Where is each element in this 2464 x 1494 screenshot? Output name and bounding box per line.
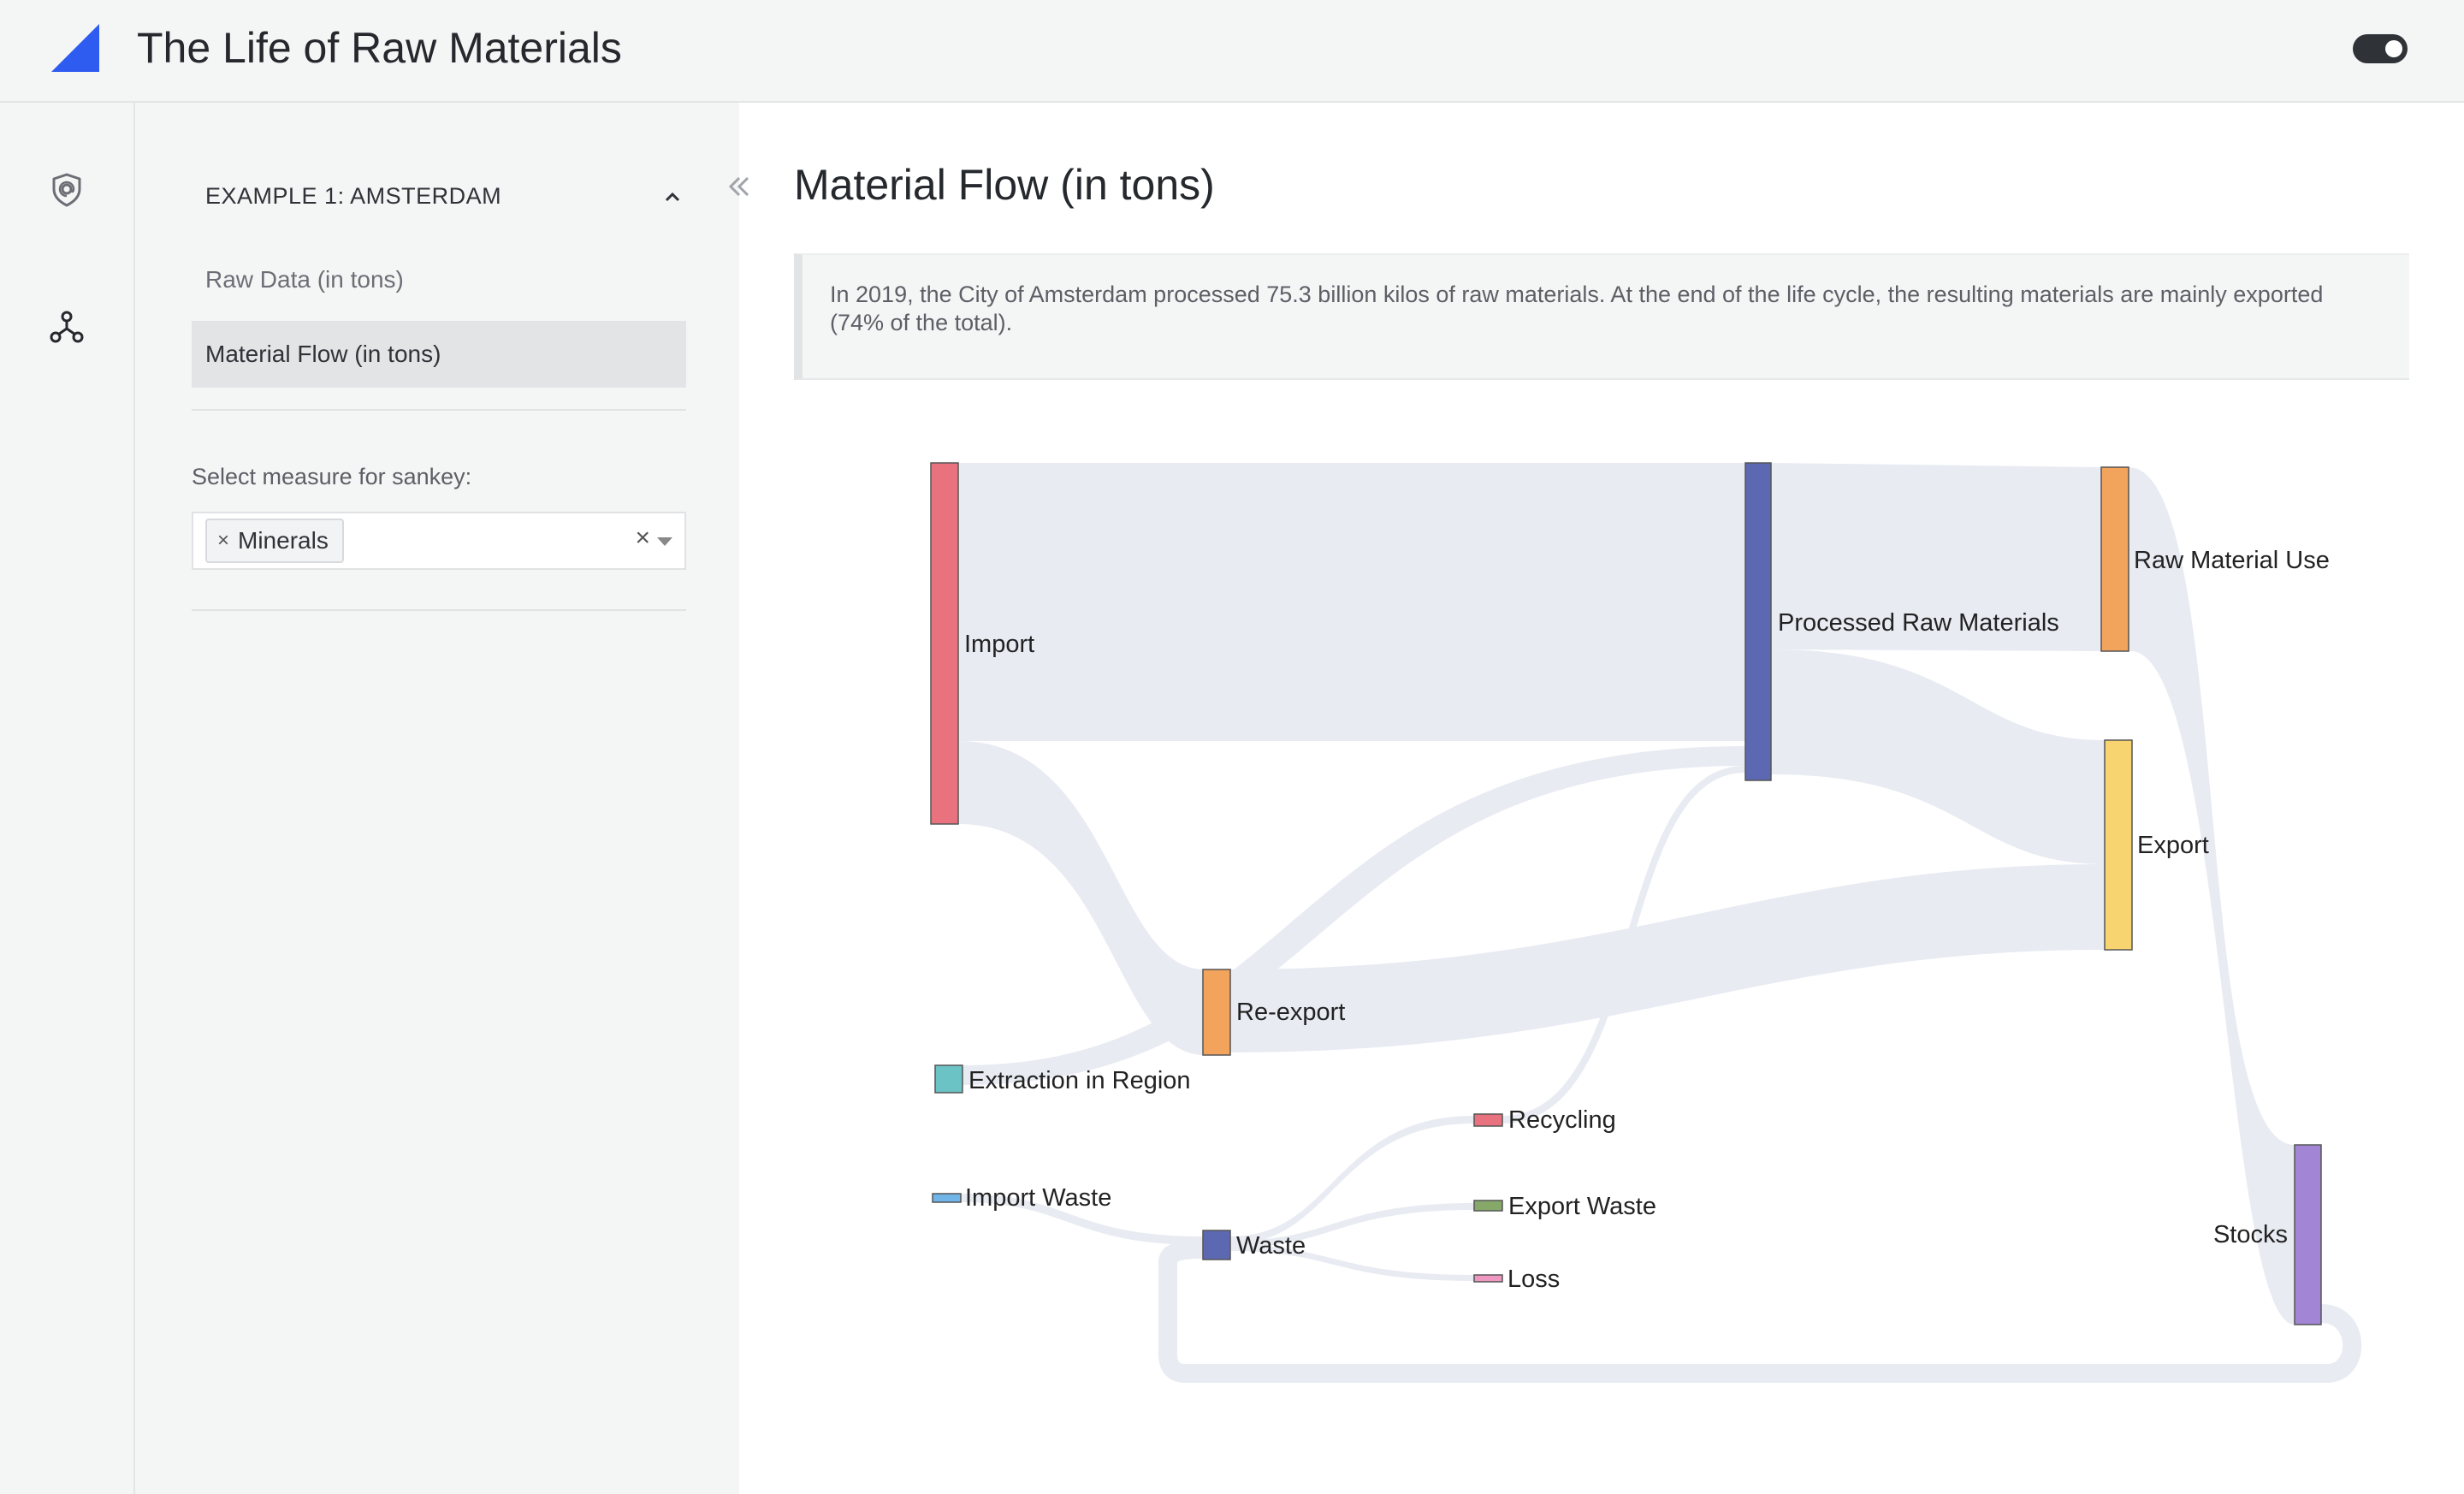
node-processed-raw-materials[interactable] [1744, 462, 1772, 781]
label-waste: Waste [1236, 1232, 1306, 1260]
description-box: In 2019, the City of Amsterdam processed… [794, 253, 2409, 380]
label-stocks: Stocks [2213, 1221, 2288, 1248]
link-waste-recycling [1230, 1116, 1474, 1244]
app-title: The Life of Raw Materials [137, 24, 622, 72]
collapse-sidebar-icon[interactable] [720, 168, 758, 205]
app-header: The Life of Raw Materials [0, 0, 2464, 103]
chevron-up-icon [665, 192, 680, 202]
tag-remove-icon[interactable]: × [217, 520, 229, 561]
nav-item-material-flow[interactable]: Material Flow (in tons) [192, 321, 686, 388]
link-import-reexport [958, 741, 1205, 1055]
node-import[interactable] [930, 462, 959, 825]
theme-toggle[interactable] [2353, 34, 2408, 63]
network-icon[interactable] [48, 308, 86, 346]
node-stocks[interactable] [2294, 1144, 2322, 1325]
description-text: In 2019, the City of Amsterdam processed… [830, 282, 2324, 335]
link-rawuse-stocks [2129, 467, 2295, 1325]
label-re-export: Re-export [1236, 999, 1345, 1026]
node-loss[interactable] [1473, 1274, 1503, 1283]
tag-label: Minerals [238, 527, 329, 554]
node-recycling[interactable] [1473, 1113, 1503, 1127]
label-import: Import [964, 631, 1034, 658]
label-extraction-in-region: Extraction in Region [968, 1067, 1191, 1094]
sankey-chart: Import Processed Raw Materials Raw Mater… [930, 462, 2362, 1383]
node-re-export[interactable] [1202, 969, 1231, 1056]
shield-icon[interactable] [48, 171, 86, 209]
section-header-example-1[interactable]: EXAMPLE 1: AMSTERDAM [205, 171, 684, 222]
node-export[interactable] [2104, 739, 2133, 951]
page-title: Material Flow (in tons) [794, 161, 1215, 209]
label-recycling: Recycling [1508, 1106, 1616, 1134]
label-processed-raw-materials: Processed Raw Materials [1778, 609, 2059, 637]
node-waste[interactable] [1202, 1230, 1231, 1260]
node-export-waste[interactable] [1473, 1200, 1503, 1212]
nav-item-raw-data[interactable]: Raw Data (in tons) [192, 246, 686, 313]
clear-icon[interactable]: × [635, 524, 650, 553]
label-export-waste: Export Waste [1508, 1193, 1656, 1220]
app-logo [51, 24, 99, 72]
label-export: Export [2137, 832, 2209, 859]
sidebar-divider-2 [192, 609, 686, 611]
measure-label: Select measure for sankey: [192, 464, 472, 489]
selected-tag: × Minerals [205, 519, 344, 563]
icon-rail [0, 103, 135, 1494]
node-import-waste[interactable] [932, 1193, 962, 1203]
section-title: EXAMPLE 1: AMSTERDAM [205, 183, 502, 209]
label-loss: Loss [1507, 1266, 1560, 1293]
caret-down-icon[interactable] [657, 537, 672, 546]
measure-select[interactable]: × Minerals × [192, 512, 686, 570]
link-import-processed [958, 463, 1745, 741]
sidebar: EXAMPLE 1: AMSTERDAM Raw Data (in tons) … [135, 103, 739, 1494]
link-stocks-waste-loop [1158, 1240, 2362, 1383]
link-processed-export [1771, 649, 2105, 864]
label-raw-material-use: Raw Material Use [2134, 547, 2330, 574]
sidebar-divider [192, 409, 686, 411]
label-import-waste: Import Waste [965, 1184, 1111, 1212]
toggle-knob [2385, 40, 2402, 57]
node-raw-material-use[interactable] [2100, 466, 2129, 652]
node-extraction-in-region[interactable] [934, 1064, 963, 1094]
